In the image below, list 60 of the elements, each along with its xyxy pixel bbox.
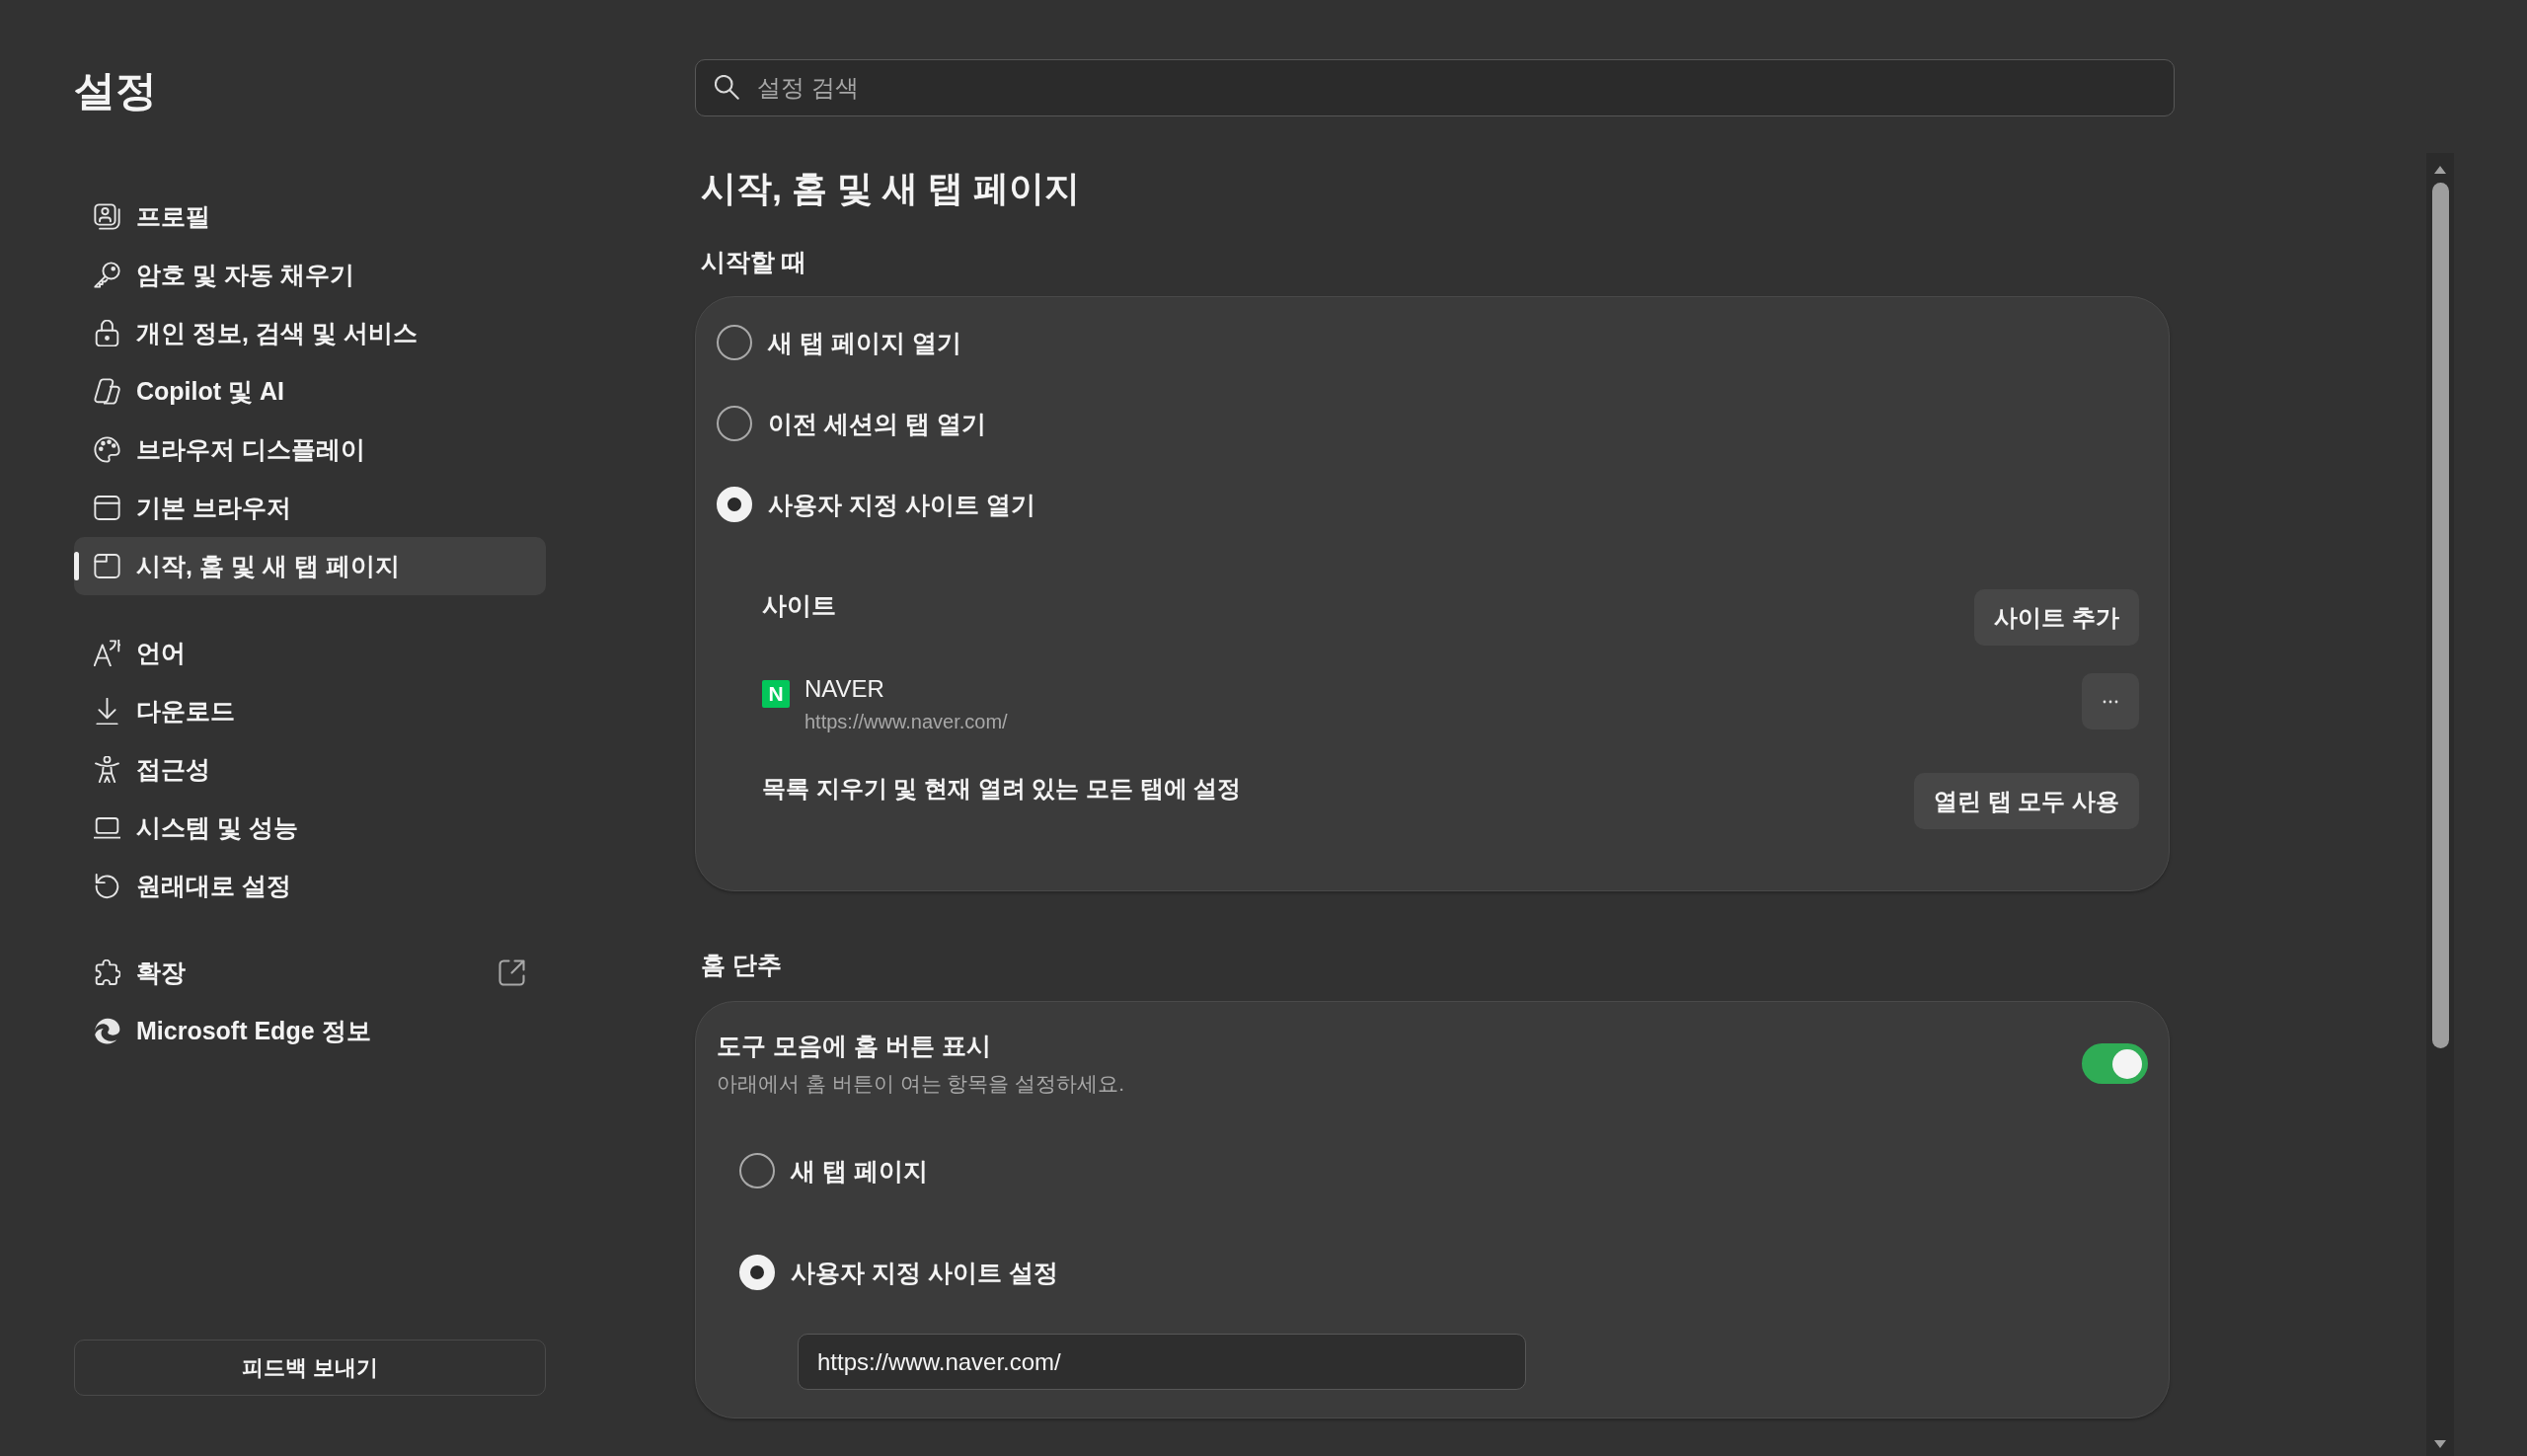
key-icon	[94, 262, 120, 288]
sidebar-item[interactable]: 시작, 홈 및 새 탭 페이지	[74, 537, 546, 595]
search-field[interactable]: 설정 검색	[695, 59, 2175, 116]
use-open-tabs-button[interactable]: 열린 탭 모두 사용	[1914, 773, 2139, 829]
radio-label[interactable]: 사용자 지정 사이트 열기	[768, 488, 1035, 521]
sidebar-item[interactable]: 시스템 및 성능	[74, 799, 546, 857]
setting-label: 목록 지우기 및 현재 열려 있는 모든 탭에 설정	[762, 774, 1242, 804]
sidebar-item[interactable]: 접근성	[74, 740, 546, 799]
subsection-title: 사이트	[762, 590, 836, 621]
scroll-up-arrow-icon[interactable]	[2434, 166, 2446, 174]
tab-window-icon	[94, 553, 120, 579]
sidebar-item[interactable]: 확장	[74, 944, 546, 1002]
sidebar-item[interactable]: 기본 브라우저	[74, 479, 546, 537]
sidebar-title: 설정	[74, 66, 158, 115]
toggle-switch[interactable]	[2082, 1043, 2148, 1084]
edge-icon	[94, 1018, 120, 1044]
scrollbar[interactable]	[2426, 153, 2454, 1456]
radio-button[interactable]	[717, 325, 752, 360]
sidebar-item[interactable]: 브라우저 디스플레이	[74, 421, 546, 479]
url-field[interactable]: https://www.naver.com/	[798, 1334, 1526, 1390]
sidebar-item[interactable]: 원래대로 설정	[74, 857, 546, 915]
radio-button[interactable]	[739, 1153, 775, 1188]
scroll-down-arrow-icon[interactable]	[2434, 1440, 2446, 1448]
profile-icon	[94, 203, 120, 230]
scrollbar-thumb[interactable]	[2431, 183, 2449, 1048]
lock-icon	[94, 320, 120, 346]
section-title: 홈 단추	[701, 950, 783, 980]
add-site-button[interactable]: 사이트 추가	[1974, 589, 2139, 646]
sidebar-item[interactable]: Microsoft Edge 정보	[74, 1002, 546, 1060]
external-link-icon[interactable]	[498, 959, 525, 986]
setting-description: 아래에서 홈 버튼이 여는 항목을 설정하세요.	[717, 1071, 1124, 1097]
laptop-icon	[94, 814, 120, 841]
palette-icon	[94, 436, 120, 463]
browser-window-icon	[94, 495, 120, 521]
sidebar-item[interactable]: 개인 정보, 검색 및 서비스	[74, 304, 546, 362]
site-url: https://www.naver.com/	[804, 710, 1008, 733]
radio-label[interactable]: 사용자 지정 사이트 설정	[791, 1256, 1058, 1289]
radio-label[interactable]: 새 탭 페이지 열기	[768, 326, 961, 359]
sidebar-item[interactable]: 언어	[74, 624, 546, 682]
feedback-button[interactable]: 피드백 보내기	[74, 1340, 546, 1396]
radio-label[interactable]: 새 탭 페이지	[791, 1154, 928, 1188]
sidebar-item[interactable]: 다운로드	[74, 682, 546, 740]
accessibility-icon	[94, 756, 120, 783]
copilot-icon	[94, 378, 120, 405]
sidebar-item[interactable]: 프로필	[74, 188, 546, 246]
setting-label: 도구 모음에 홈 버튼 표시	[717, 1031, 992, 1061]
radio-button[interactable]	[717, 406, 752, 441]
more-icon	[2103, 699, 2118, 704]
sidebar-item[interactable]: 암호 및 자동 채우기	[74, 246, 546, 304]
download-icon	[94, 698, 120, 725]
site-name: NAVER	[804, 674, 885, 704]
puzzle-icon	[94, 959, 120, 986]
sidebar-item[interactable]: Copilot 및 AI	[74, 362, 546, 421]
site-favicon: N	[762, 680, 790, 708]
search-icon	[715, 75, 739, 100]
page-title: 시작, 홈 및 새 탭 페이지	[701, 167, 1081, 210]
radio-label[interactable]: 이전 세션의 탭 열기	[768, 407, 986, 440]
section-title: 시작할 때	[701, 247, 807, 277]
reset-icon	[94, 873, 120, 899]
language-icon	[94, 640, 120, 666]
